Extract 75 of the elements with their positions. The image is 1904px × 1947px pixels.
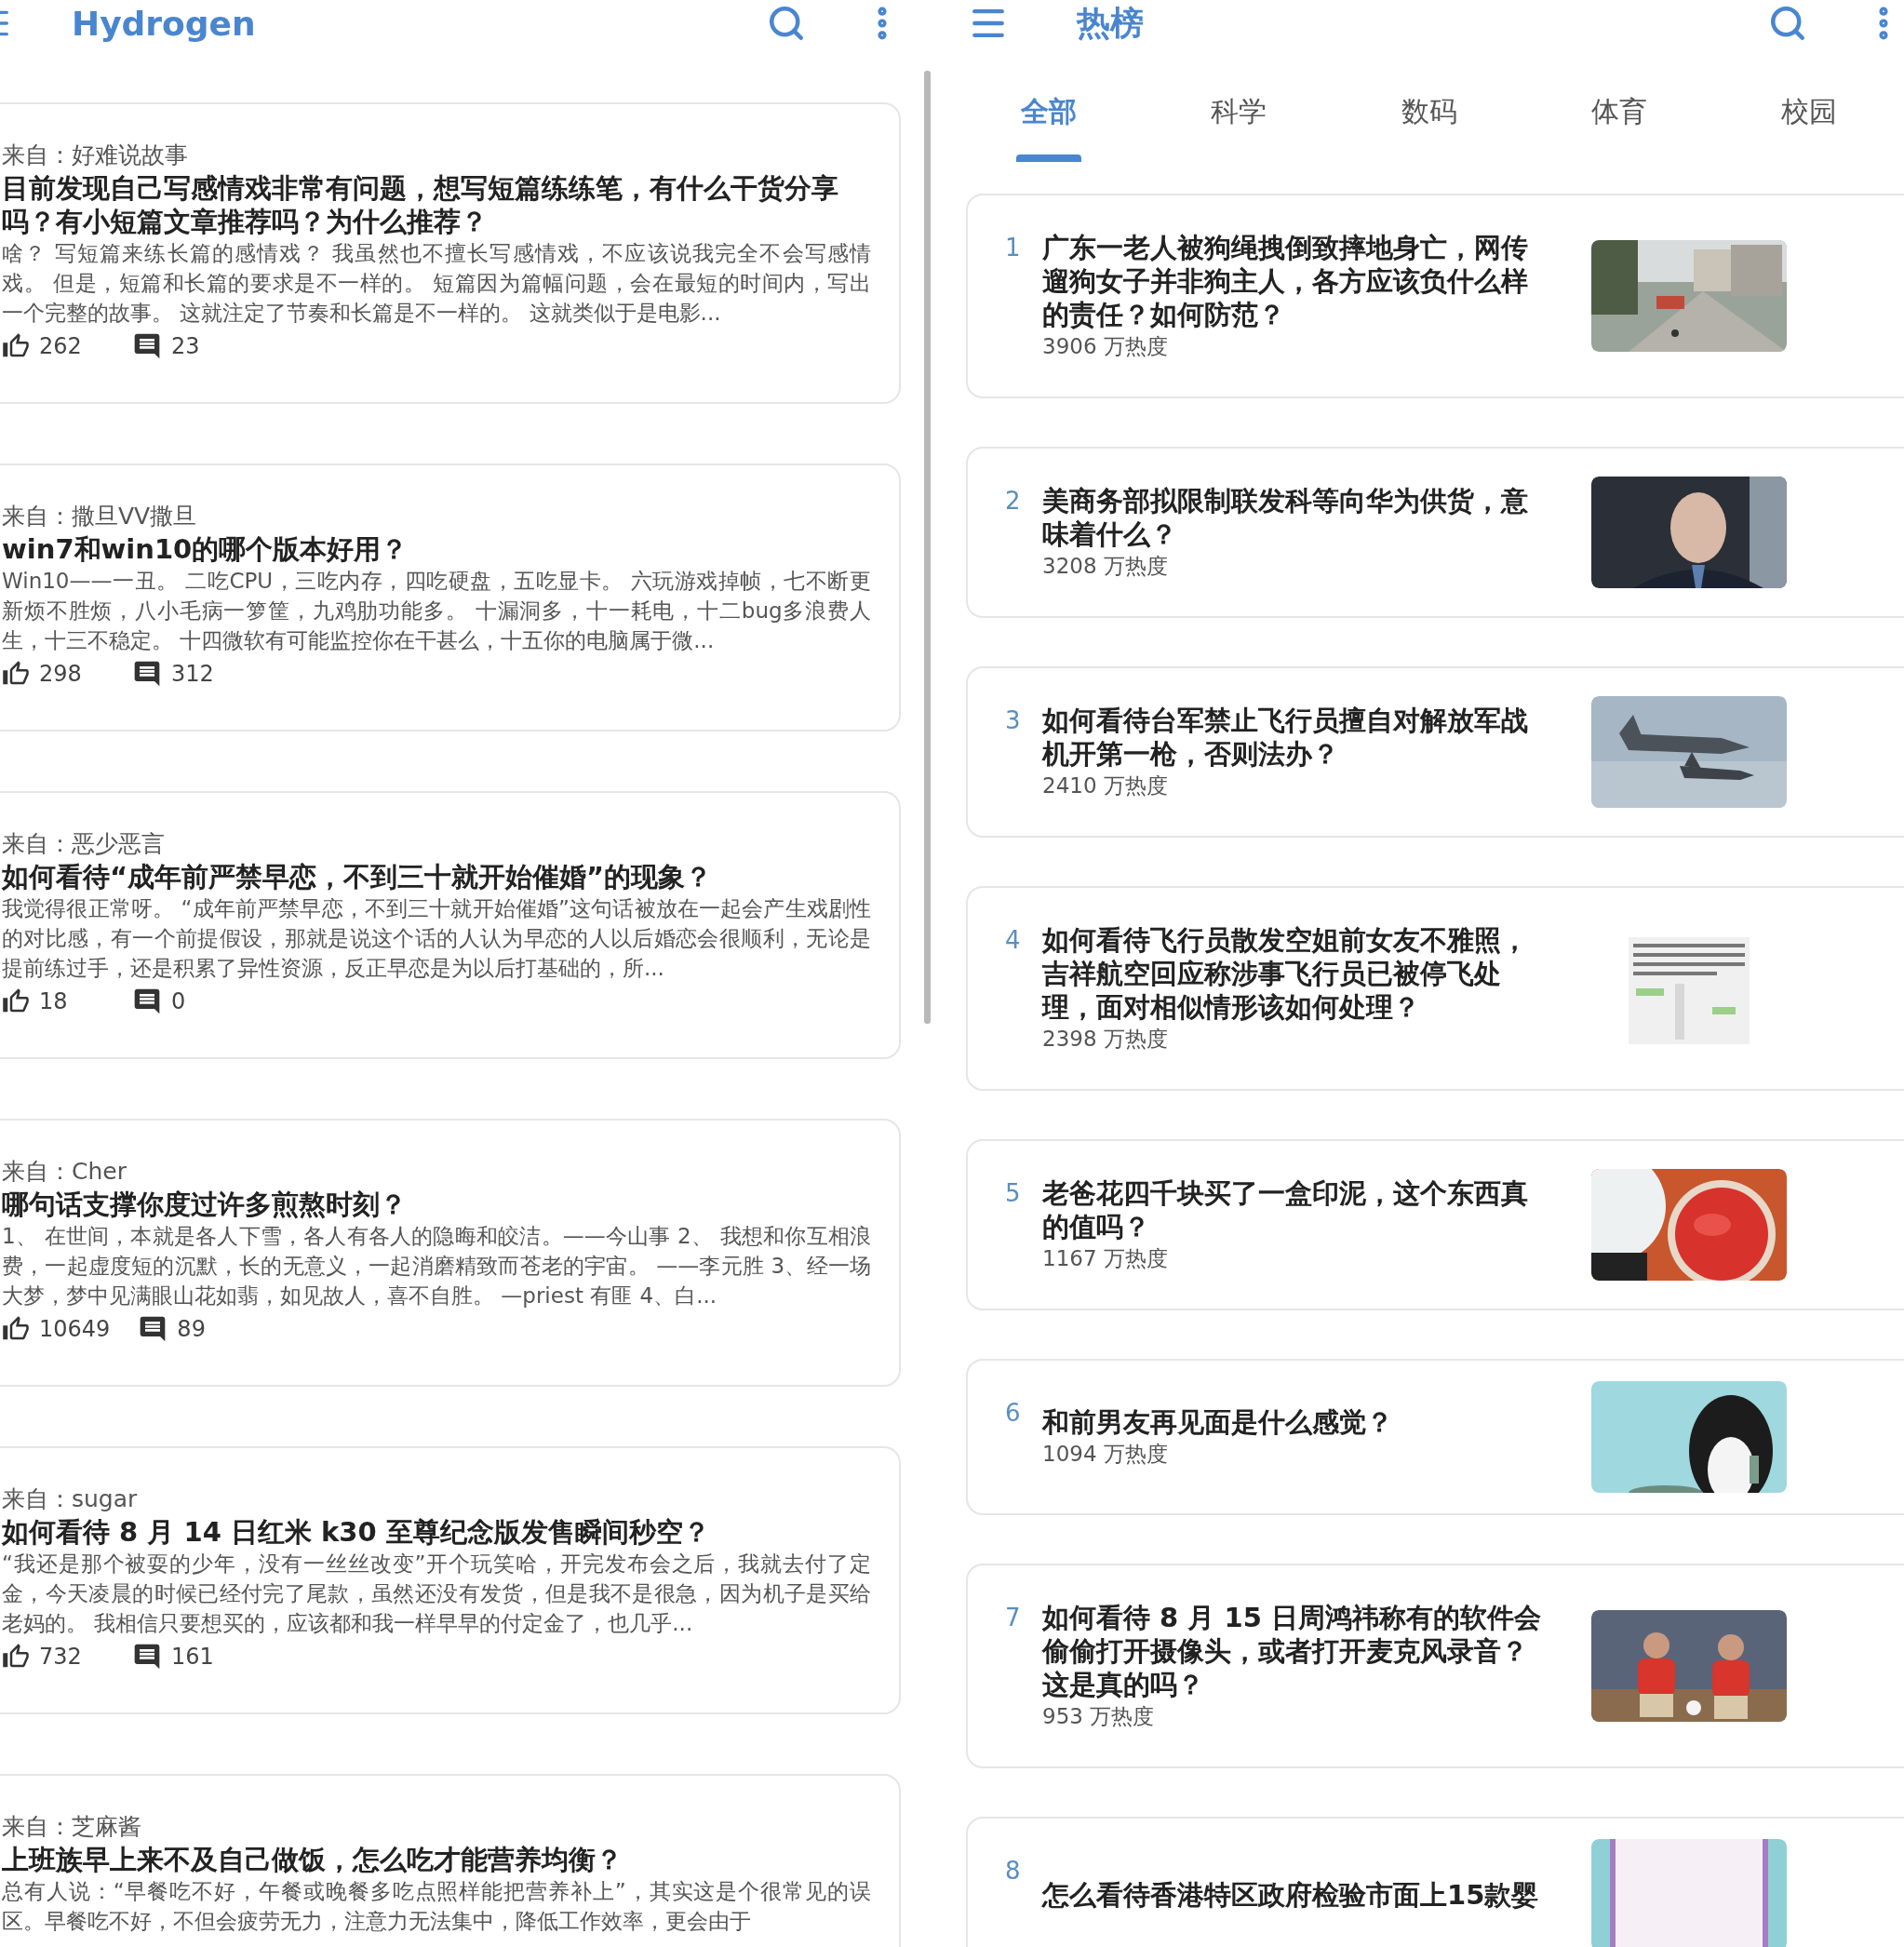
category-tab[interactable]: 科学: [1144, 93, 1334, 162]
hot-title: 老爸花四千块买了一盒印泥，这个东西真的值吗？: [1042, 1176, 1529, 1243]
rank-number: 3: [1005, 705, 1022, 736]
question-title: 如何看待 8 月 14 日红米 k30 至尊纪念版发售瞬间秒空？: [2, 1515, 711, 1549]
hot-title: 广东一老人被狗绳拽倒致摔地身亡，网传遛狗女子并非狗主人，各方应该负什么样的责任？如何防范？: [1042, 231, 1529, 331]
app-title: Hydrogen: [72, 4, 256, 43]
rank-number: 2: [1005, 486, 1022, 517]
category-tab[interactable]: 校园: [1713, 93, 1904, 162]
like-count: 10649: [39, 1316, 111, 1342]
answer-excerpt: 我觉得很正常呀。 “成年前严禁早恋，不到三十就开始催婚”这句话被放在一起会产生戏剧性的对比感，有一个前提假设，那就是说这个话的人认为早恋的人以后婚恋会很顺利，无论是提前练过手，还是积累了异性资源，反正早恋是为以后打基础的，所...: [2, 895, 871, 982]
heat-count: 3906 万热度: [1042, 333, 1168, 360]
category-tab[interactable]: 数码: [1334, 93, 1524, 162]
hot-card[interactable]: 5 老爸花四千块买了一盒印泥，这个东西真的值吗？ 1167 万热度: [966, 1139, 1904, 1310]
hot-card[interactable]: 1 广东一老人被狗绳拽倒致摔地身亡，网传遛狗女子并非狗主人，各方应该负什么样的责任？如何防范？ 3906 万热度: [966, 194, 1904, 398]
question-title: 目前发现自己写感情戏非常有问题，想写短篇练练笔，有什么干货分享吗？有小短篇文章推荐吗？为什么推荐？: [2, 171, 839, 238]
answer-card[interactable]: 来自：撒旦VV撒旦 win7和win10的哪个版本好用？ Win10——一丑。 二吃CPU，三吃内存，四吃硬盘，五吃显卡。 六玩游戏掉帧，七不断更新烦不胜烦，八小毛病一箩筐，九鸡肋功能多。 十漏洞多，十一耗电，十二bug多浪费人生，十三不稳定。 十四微软有可能监控你在干甚么，十五你的电脑属于微... 298 312: [0, 463, 901, 732]
hot-card[interactable]: 6 和前男友再见面是什么感觉？ 1094 万热度: [966, 1359, 1904, 1515]
answer-source: 来自：Cher: [2, 1157, 127, 1187]
question-title: 上班族早上来不及自己做饭，怎么吃才能营养均衡？: [2, 1843, 623, 1876]
scrollbar[interactable]: [924, 71, 931, 1024]
answer-source: 来自：芝麻酱: [2, 1812, 142, 1842]
hot-card[interactable]: 8 怎么看待香港特区政府检验市面上15款婴: [966, 1817, 1904, 1947]
hot-title: 怎么看待香港特区政府检验市面上15款婴: [1042, 1878, 1539, 1912]
rank-number: 6: [1005, 1398, 1022, 1429]
answer-excerpt: “我还是那个被耍的少年，没有一丝丝改变”开个玩笑哈，开完发布会之后，我就去付了定金，今天凌晨的时候已经付完了尾款，虽然还没有发货，但是我不是很急，因为机子是买给老妈的。 我相信只要想买的，应该都和我一样早早的付定金了，也几乎...: [2, 1551, 871, 1637]
heat-count: 953 万热度: [1042, 1703, 1155, 1730]
category-tab[interactable]: 体育: [1523, 93, 1714, 162]
answer-card[interactable]: 来自：Cher 哪句话支撑你度过许多煎熬时刻？ 1、 在世间，本就是各人下雪，各人有各人的隐晦和皎洁。——今山事 2、 我想和你互相浪费，一起虚度短的沉默，长的无意义，一起消磨精致而苍老的宇宙。 ——李元胜 3、经一场大梦，梦中见满眼山花如翡，如见故人，喜不自胜。 —priest 有匪 4、白... 10649 89: [0, 1119, 901, 1387]
search-icon[interactable]: [1768, 4, 1807, 43]
heat-count: 1167 万热度: [1042, 1245, 1168, 1272]
comment-count: 312: [171, 661, 215, 687]
rank-number: 1: [1005, 233, 1022, 263]
question-title: 如何看待“成年前严禁早恋，不到三十就开始催婚”的现象？: [2, 860, 714, 893]
comment-count: 0: [171, 988, 187, 1014]
answer-source: 来自：sugar: [2, 1484, 139, 1514]
like-count: 18: [39, 988, 69, 1014]
answer-card[interactable]: 来自：好难说故事 目前发现自己写感情戏非常有问题，想写短篇练练笔，有什么干货分享吗？有小短篇文章推荐吗？为什么推荐？ 啥？ 写短篇来练长篇的感情戏？ 我虽然也不擅长写感情戏，不应该说我完全不会写感情戏。 但是，短篇和长篇的要求是不一样的。 短篇因为篇幅问题，会在最短的时间内，写出一个完整的故事。 这就注定了节奏和长篇是不一样的。 这就类似于是电影... 262 23: [0, 102, 901, 404]
like-count: 732: [39, 1644, 83, 1670]
rank-number: 4: [1005, 925, 1022, 956]
answer-excerpt: 啥？ 写短篇来练长篇的感情戏？ 我虽然也不擅长写感情戏，不应该说我完全不会写感情戏。 但是，短篇和长篇的要求是不一样的。 短篇因为篇幅问题，会在最短的时间内，写出一个完整的故事。 这就注定了节奏和长篇是不一样的。 这就类似于是电影...: [2, 240, 871, 327]
heat-count: 2398 万热度: [1042, 1026, 1168, 1053]
rank-number: 8: [1005, 1856, 1022, 1887]
comment-count: 23: [171, 333, 201, 359]
heat-count: 3208 万热度: [1042, 553, 1168, 580]
hot-title: 如何看待飞行员散发空姐前女友不雅照，吉祥航空回应称涉事飞行员已被停飞处理，面对相似情形该如何处理？: [1042, 923, 1529, 1024]
rank-number: 7: [1005, 1603, 1022, 1633]
heat-count: 1094 万热度: [1042, 1441, 1168, 1468]
hot-title: 如何看待台军禁止飞行员擅自对解放军战机开第一枪，否则法办？: [1042, 704, 1529, 771]
answer-card[interactable]: 来自：恶少恶言 如何看待“成年前严禁早恋，不到三十就开始催婚”的现象？ 我觉得很正常呀。 “成年前严禁早恋，不到三十就开始催婚”这句话被放在一起会产生戏剧性的对比感，有一个前提假设，那就是说这个话的人认为早恋的人以后婚恋会很顺利，无论是提前练过手，还是积累了异性资源，反正早恋是为以后打基础的，所... 18 0: [0, 791, 901, 1059]
hot-card[interactable]: 7 如何看待 8 月 15 日周鸿祎称有的软件会偷偷打开摄像头，或者打开麦克风录音？这是真的吗？ 953 万热度: [966, 1564, 1904, 1768]
question-title: win7和win10的哪个版本好用？: [2, 532, 409, 566]
answer-excerpt: Win10——一丑。 二吃CPU，三吃内存，四吃硬盘，五吃显卡。 六玩游戏掉帧，七不断更新烦不胜烦，八小毛病一箩筐，九鸡肋功能多。 十漏洞多，十一耗电，十二bug多浪费人生，十三不稳定。 十四微软有可能监控你在干甚么，十五你的电脑属于微...: [2, 568, 871, 654]
hot-card[interactable]: 2 美商务部拟限制联发科等向华为供货，意味着什么？ 3208 万热度: [966, 447, 1904, 618]
answer-card[interactable]: 来自：sugar 如何看待 8 月 14 日红米 k30 至尊纪念版发售瞬间秒空？ “我还是那个被耍的少年，没有一丝丝改变”开个玩笑哈，开完发布会之后，我就去付了定金，今天凌晨的时候已经付完了尾款，虽然还没有发货，但是我不是很急，因为机子是买给老妈的。 我相信只要想买的，应该都和我一样早早的付定金了，也几乎... 732 161: [0, 1446, 901, 1714]
like-count: 298: [39, 661, 83, 687]
heat-count: 2410 万热度: [1042, 772, 1168, 799]
hot-card[interactable]: 4 如何看待飞行员散发空姐前女友不雅照，吉祥航空回应称涉事飞行员已被停飞处理，面对相似情形该如何处理？ 2398 万热度: [966, 886, 1904, 1091]
hot-title: 美商务部拟限制联发科等向华为供货，意味着什么？: [1042, 484, 1529, 551]
comment-count: 89: [177, 1316, 207, 1342]
category-tab[interactable]: 全部: [954, 93, 1145, 162]
like-count: 262: [39, 333, 83, 359]
hot-card[interactable]: 3 如何看待台军禁止飞行员擅自对解放军战机开第一枪，否则法办？ 2410 万热度: [966, 666, 1904, 838]
answer-source: 来自：好难说故事: [2, 141, 189, 170]
answer-source: 来自：恶少恶言: [2, 829, 166, 859]
app-title: 热榜: [1077, 2, 1144, 44]
answer-excerpt: 1、 在世间，本就是各人下雪，各人有各人的隐晦和皎洁。——今山事 2、 我想和你互相浪费，一起虚度短的沉默，长的无意义，一起消磨精致而苍老的宇宙。 ——李元胜 3、经一场大梦，梦中见满眼山花如翡，如见故人，喜不自胜。 —priest 有匪 4、白...: [2, 1223, 871, 1309]
answer-source: 来自：撒旦VV撒旦: [2, 502, 198, 531]
comment-count: 161: [171, 1644, 215, 1670]
search-icon[interactable]: [767, 4, 806, 43]
question-title: 哪句话支撑你度过许多煎熬时刻？: [2, 1188, 408, 1221]
hot-title: 和前男友再见面是什么感觉？: [1042, 1405, 1393, 1439]
hot-title: 如何看待 8 月 15 日周鸿祎称有的软件会偷偷打开摄像头，或者打开麦克风录音？这是真的吗？: [1042, 1601, 1542, 1701]
answer-card[interactable]: 来自：芝麻酱 上班族早上来不及自己做饭，怎么吃才能营养均衡？ 总有人说：“早餐吃不好，午餐或晚餐多吃点照样能把营养补上”，其实这是个很常见的误区。早餐吃不好，不但会疲劳无力，注意力无法集中，降低工作效率，更会由于: [0, 1774, 901, 1947]
answer-excerpt: 总有人说：“早餐吃不好，午餐或晚餐多吃点照样能把营养补上”，其实这是个很常见的误区。早餐吃不好，不但会疲劳无力，注意力无法集中，降低工作效率，更会由于: [2, 1878, 871, 1935]
rank-number: 5: [1005, 1178, 1022, 1209]
